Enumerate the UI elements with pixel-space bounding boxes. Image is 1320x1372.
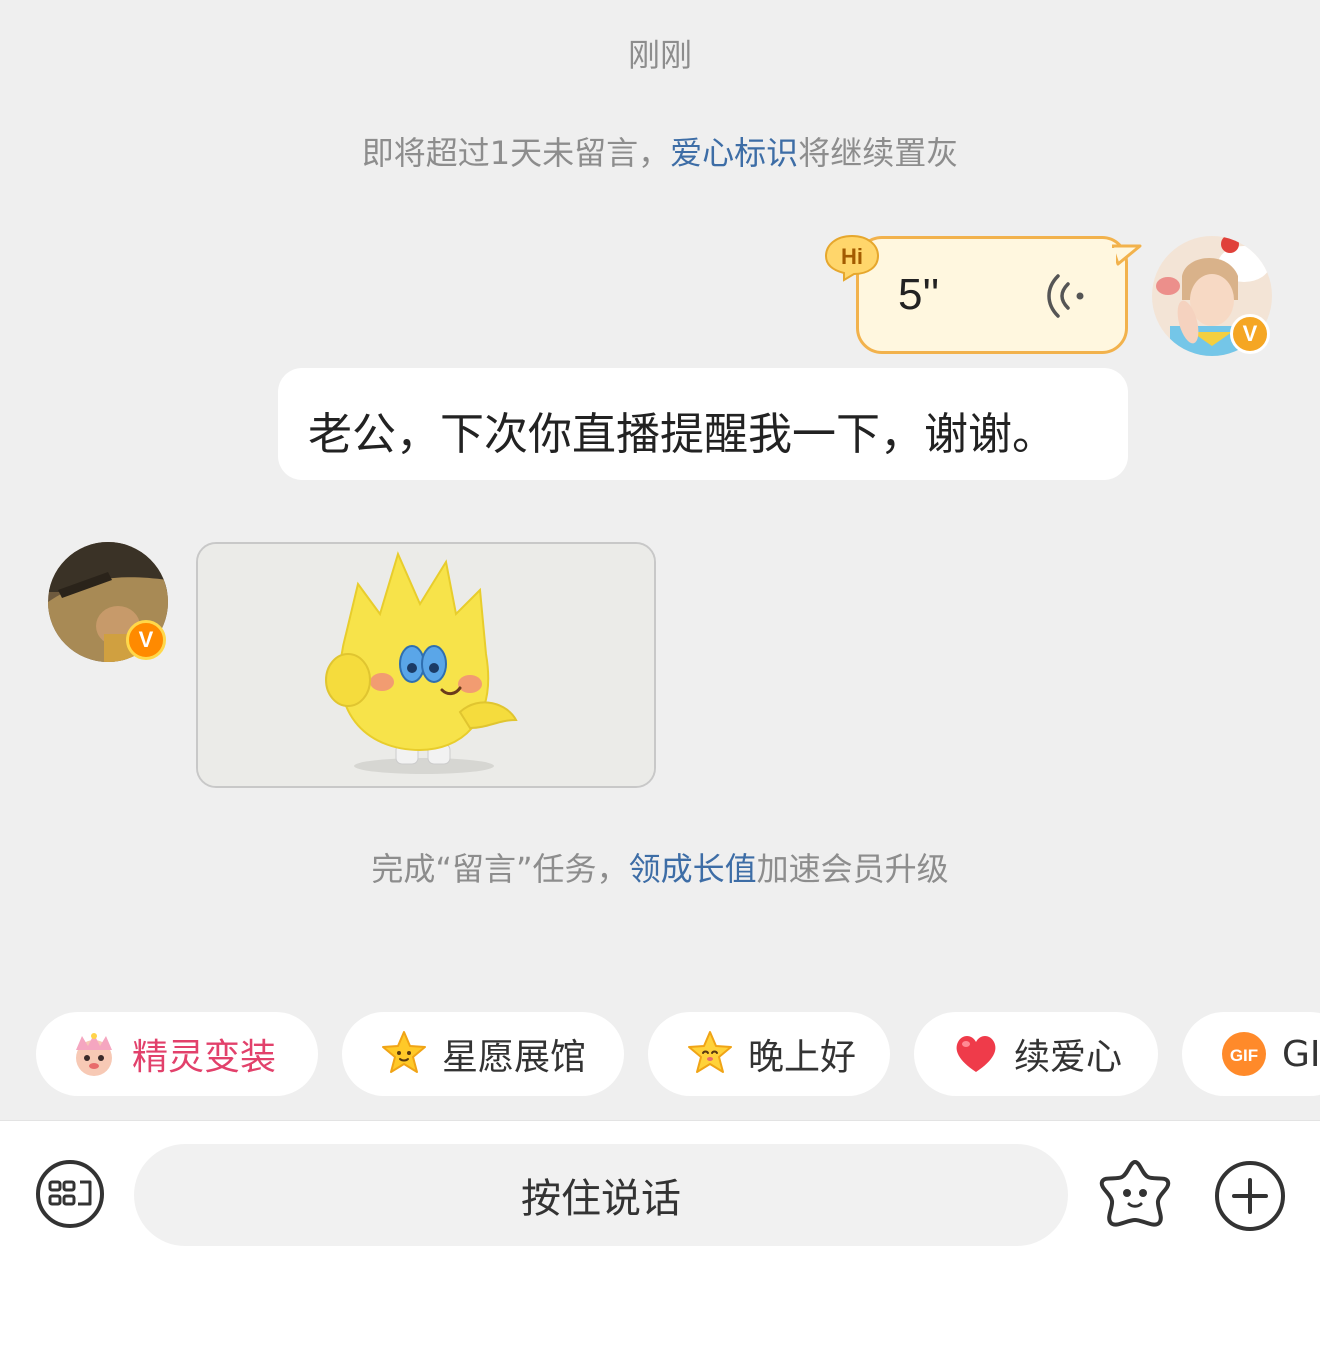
verified-badge-icon: V — [126, 620, 166, 660]
hold-to-talk-button[interactable]: 按住说话 — [134, 1144, 1068, 1246]
gif-icon: GIF — [1222, 1032, 1266, 1076]
star-face-icon — [688, 1031, 732, 1073]
bubble-tail — [1112, 244, 1142, 266]
hi-badge-icon: Hi — [824, 234, 880, 282]
message-timestamp: 刚刚 — [627, 36, 692, 74]
task-notice: 完成“留言”任务，领成长值加速会员升级 — [0, 844, 1320, 888]
quick-action-label: GIF — [1282, 1033, 1320, 1075]
svg-text:GIF: GIF — [1230, 1046, 1258, 1065]
star-emoji-icon[interactable] — [1096, 1156, 1174, 1234]
task-notice-suffix: 加速会员升级 — [756, 850, 949, 888]
voice-wave-icon — [1047, 274, 1084, 318]
growth-value-link[interactable]: 领成长值 — [629, 850, 757, 888]
heart-mark-link[interactable]: 爱心标识 — [670, 134, 798, 172]
task-notice-prefix: 完成“留言”任务， — [371, 850, 629, 888]
keyboard-icon[interactable] — [34, 1158, 106, 1230]
quick-action-good-evening[interactable]: 晚上好 — [648, 1012, 890, 1096]
quick-action-label: 精灵变装 — [132, 1037, 277, 1078]
quick-action-sprite-costume[interactable]: 精灵变装 — [36, 1012, 318, 1096]
notice-suffix: 将继续置灰 — [798, 134, 959, 172]
star-icon — [382, 1031, 426, 1073]
voice-duration: 5'' — [898, 270, 940, 319]
quick-action-star-gallery[interactable]: 星愿展馆 — [342, 1012, 624, 1096]
svg-text:Hi: Hi — [841, 244, 863, 269]
system-notice: 即将超过1天未留言，爱心标识将继续置灰 — [0, 128, 1320, 172]
quick-action-gif[interactable]: GIF GIF — [1182, 1012, 1320, 1096]
heart-icon — [956, 1036, 996, 1072]
sticker-image-message[interactable] — [196, 542, 656, 788]
quick-action-label: 星愿展馆 — [442, 1037, 587, 1078]
text-message: 老公，下次你直播提醒我一下，谢谢。 — [308, 409, 1056, 460]
sprite-costume-icon — [76, 1033, 112, 1076]
quick-action-renew-heart[interactable]: 续爱心 — [914, 1012, 1158, 1096]
quick-action-label: 晚上好 — [748, 1037, 857, 1078]
quick-action-label: 续爱心 — [1014, 1037, 1123, 1078]
notice-prefix: 即将超过1天未留言， — [361, 134, 671, 172]
verified-badge-icon: V — [1230, 314, 1270, 354]
plus-icon[interactable] — [1212, 1158, 1288, 1234]
